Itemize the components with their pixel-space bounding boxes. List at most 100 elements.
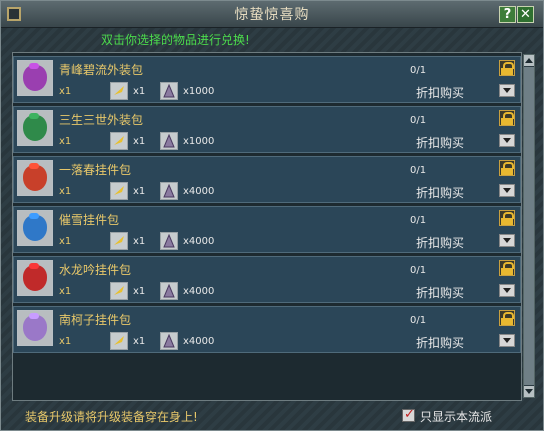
checkmark-icon: ✓ [404,407,415,422]
item-quantity: x1 [59,136,72,147]
item-quantity: x1 [59,86,72,97]
chevron-down-icon [503,338,511,343]
item-row[interactable]: 一落春挂件包 x1 x1 x4000 0/1 折扣购买 [13,156,521,203]
scrollbar[interactable] [523,54,535,398]
bag-knot [29,113,39,119]
dropdown-button[interactable] [499,334,515,347]
dropdown-button[interactable] [499,284,515,297]
red-bag-icon[interactable] [17,260,53,296]
token-cost: x1 [133,286,146,297]
item-name: 一落春挂件包 [59,163,132,177]
lock-icon[interactable] [499,110,515,126]
arrow-up-icon [525,58,533,63]
lock-icon[interactable] [499,210,515,226]
item-row[interactable]: 催雪挂件包 x1 x1 x4000 0/1 折扣购买 [13,206,521,253]
gold-token-icon [110,182,128,200]
token-cost: x1 [133,186,146,197]
instruction-text: 双击你选择的物品进行兑换! [101,33,250,47]
scroll-up-button[interactable] [524,55,534,66]
dropdown-button[interactable] [499,84,515,97]
token-cost: x1 [133,236,146,247]
token-cost: x1 [133,336,146,347]
crystal-icon [160,182,178,200]
dropdown-button[interactable] [499,134,515,147]
red-bag-icon[interactable] [17,160,53,196]
crystal-icon [160,282,178,300]
token-cost: x1 [133,136,146,147]
chevron-down-icon [503,138,511,143]
crystal-cost: x4000 [183,336,215,347]
item-quantity: x1 [59,286,72,297]
exchange-window: 惊蛰惊喜购 ? ✕ 双击你选择的物品进行兑换! 青峰碧流外装包 x1 x1 x1… [0,0,544,431]
purchase-progress: 0/1 [410,65,427,76]
gold-token-icon [110,282,128,300]
arrow-down-icon [525,389,533,394]
item-quantity: x1 [59,186,72,197]
lock-body [501,268,513,275]
filter-label[interactable]: 只显示本流派 [420,408,492,425]
discount-buy-label[interactable]: 折扣购买 [416,334,464,351]
chevron-down-icon [503,88,511,93]
close-button[interactable]: ✕ [517,6,534,23]
item-quantity: x1 [59,336,72,347]
bag-knot [29,263,39,269]
discount-buy-label[interactable]: 折扣购买 [416,134,464,151]
purchase-progress: 0/1 [410,165,427,176]
blue-bag-icon[interactable] [17,210,53,246]
scroll-thumb[interactable] [524,67,534,385]
item-name: 三生三世外装包 [59,113,144,127]
lock-icon[interactable] [499,260,515,276]
chevron-down-icon [503,288,511,293]
gold-token-icon [110,232,128,250]
item-row[interactable]: 三生三世外装包 x1 x1 x1000 0/1 折扣购买 [13,106,521,153]
lock-icon[interactable] [499,160,515,176]
purchase-progress: 0/1 [410,115,427,126]
discount-buy-label[interactable]: 折扣购买 [416,234,464,251]
crystal-cost: x4000 [183,186,215,197]
item-row[interactable]: 青峰碧流外装包 x1 x1 x1000 0/1 折扣购买 [13,56,521,103]
lock-body [501,118,513,125]
green-bag-icon[interactable] [17,110,53,146]
item-name: 青峰碧流外装包 [59,63,144,77]
crystal-cost: x1000 [183,136,215,147]
crystal-icon [160,82,178,100]
lock-body [501,168,513,175]
purchase-progress: 0/1 [410,315,427,326]
gold-token-icon [110,132,128,150]
item-row[interactable]: 水龙吟挂件包 x1 x1 x4000 0/1 折扣购买 [13,256,521,303]
scroll-down-button[interactable] [524,386,534,397]
crystal-icon [160,332,178,350]
gold-token-icon [110,332,128,350]
title-bar[interactable]: 惊蛰惊喜购 ? ✕ [1,1,543,28]
discount-buy-label[interactable]: 折扣购买 [416,284,464,301]
discount-buy-label[interactable]: 折扣购买 [416,84,464,101]
item-name: 南柯子挂件包 [59,313,132,327]
dropdown-button[interactable] [499,184,515,197]
purchase-progress: 0/1 [410,215,427,226]
discount-buy-label[interactable]: 折扣购买 [416,184,464,201]
chevron-down-icon [503,188,511,193]
dropdown-button[interactable] [499,234,515,247]
lock-body [501,218,513,225]
crystal-cost: x4000 [183,236,215,247]
gold-token-icon [110,82,128,100]
token-cost: x1 [133,86,146,97]
filter-checkbox[interactable]: ✓ [402,407,415,422]
upgrade-notice: 装备升级请将升级装备穿在身上! [25,410,198,424]
lock-body [501,318,513,325]
item-quantity: x1 [59,236,72,247]
help-button[interactable]: ? [499,6,516,23]
window-title: 惊蛰惊喜购 [234,7,310,23]
bag-knot [29,63,39,69]
lock-icon[interactable] [499,310,515,326]
crystal-icon [160,132,178,150]
purchase-progress: 0/1 [410,265,427,276]
crystal-cost: x1000 [183,86,215,97]
item-name: 水龙吟挂件包 [59,263,132,277]
lock-body [501,68,513,75]
lilac-bag-icon[interactable] [17,310,53,346]
crystal-cost: x4000 [183,286,215,297]
lock-icon[interactable] [499,60,515,76]
item-row[interactable]: 南柯子挂件包 x1 x1 x4000 0/1 折扣购买 [13,306,521,353]
purple-bag-icon[interactable] [17,60,53,96]
